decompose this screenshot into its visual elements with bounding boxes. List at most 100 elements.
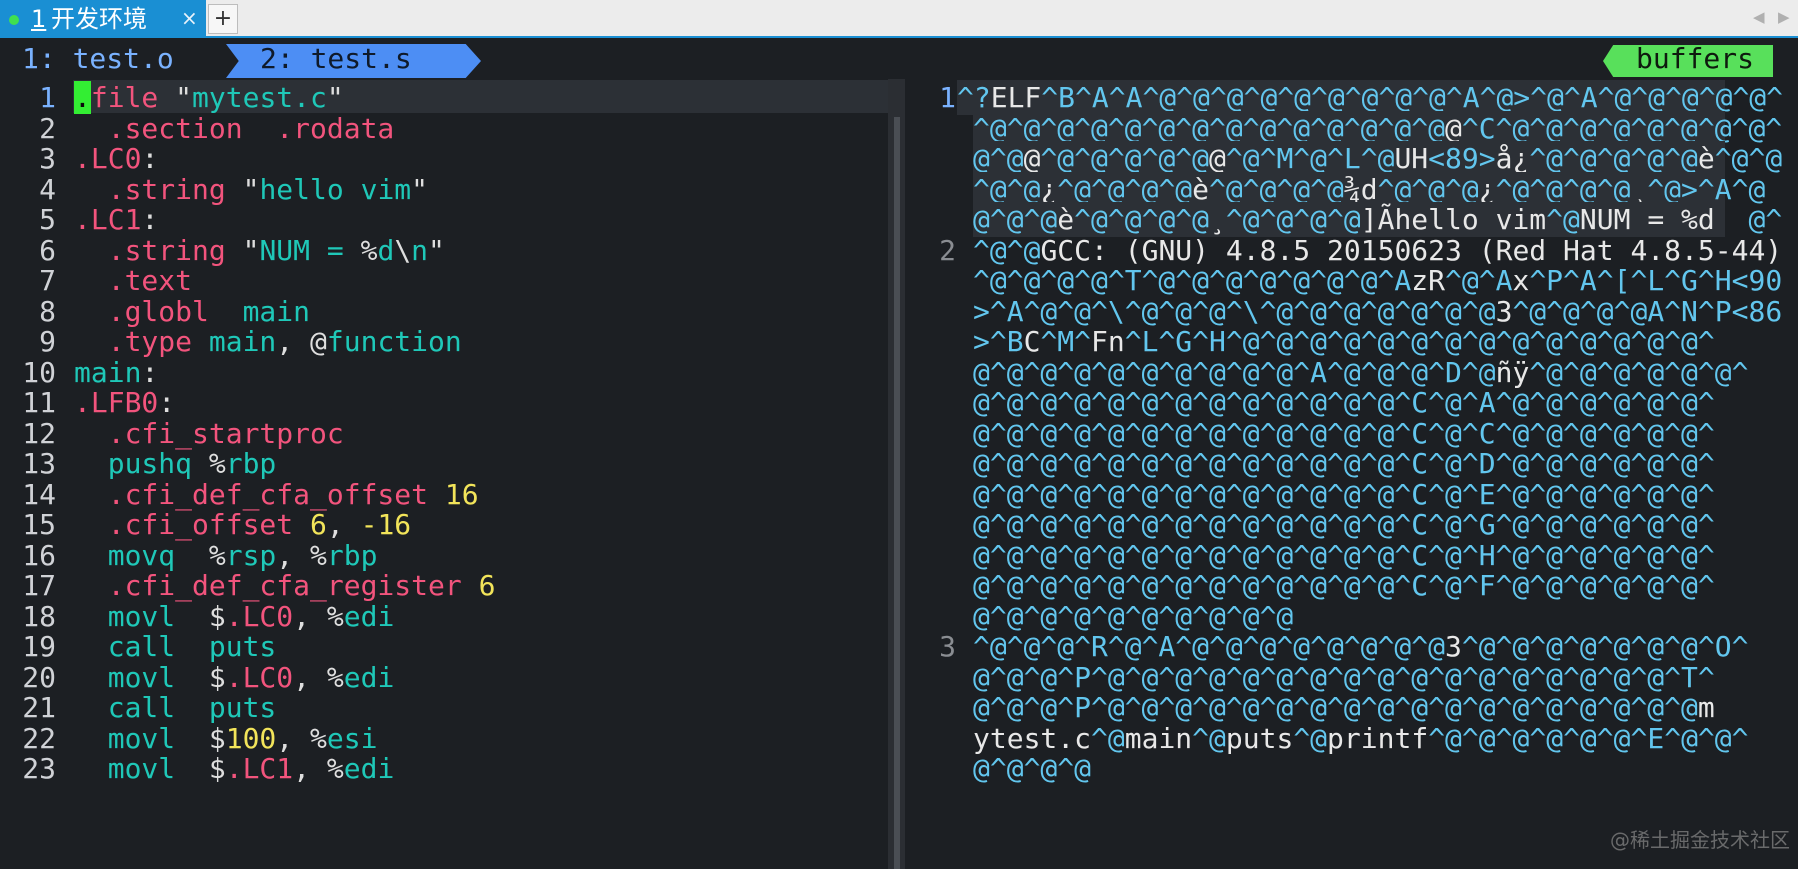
- code-token: è: [1192, 172, 1210, 206]
- code-token: movl: [74, 599, 209, 633]
- vim-tab-1[interactable]: 1: test.o: [22, 41, 174, 77]
- code-token: GCC: (GNU) 4.8.5 20150623 (Red Hat 4.8.5…: [1040, 233, 1783, 267]
- code-token: ^@^@: [973, 172, 1041, 206]
- right-editor-pane[interactable]: 1 ^?ELF^B^A^A^@^@^@^@^@^@^@^@^@^A^@>^@^A^…: [905, 79, 1798, 869]
- code-token: @^@^@: [973, 203, 1058, 236]
- code-token: .cfi_offset: [74, 508, 311, 541]
- code-token: $: [208, 721, 226, 755]
- code-token: 100: [225, 721, 277, 755]
- code-token: main: [242, 294, 311, 328]
- code-token: .text: [74, 264, 193, 297]
- code-token: ¾d: [1343, 172, 1378, 206]
- code-token: ": [242, 233, 260, 267]
- code-token: ¿: [1478, 172, 1496, 206]
- code-token: call puts: [74, 630, 277, 663]
- code-token: @^@^@^@^@^@^@^@^@^@^@^@^@^C^@^H^@^@^@^@^…: [973, 538, 1715, 572]
- code-token: ]Ãhello vim: [1360, 203, 1547, 236]
- code-token: ^@^@^@^@: [1057, 172, 1193, 206]
- code-token: ": [326, 81, 344, 114]
- code-token: 16: [444, 477, 479, 511]
- code-token: .type: [74, 325, 209, 358]
- code-token: ,: [326, 508, 361, 541]
- terminal-tab-bar: 1 开发环境 × + ◀ ▶: [0, 0, 1798, 38]
- code-token: call puts: [74, 691, 277, 724]
- line-number: 1: [939, 81, 956, 114]
- code-token: ^@^@^@^@: [1074, 203, 1210, 236]
- code-token: .LC0: [74, 142, 142, 175]
- split-scrollbar[interactable]: [894, 117, 900, 869]
- code-token: ^@^@: [973, 233, 1041, 267]
- code-token: ": [411, 172, 429, 206]
- code-token: .LC1: [74, 203, 142, 236]
- code-token: @^@^@^@^@^@^@^@^@^@^A^@^@^@^D^@: [973, 355, 1496, 389]
- code-token: @^@^@^@^@^@^@^@^@^@^@^@^@^C^@^A^@^@^@^@^…: [973, 386, 1715, 419]
- code-token: ¸: [1630, 172, 1648, 206]
- code-token: ^?: [957, 81, 991, 114]
- code-token: .cfi_def_cfa_offset: [74, 477, 445, 511]
- vertical-split-divider[interactable]: [888, 79, 905, 869]
- code-token: ^M^: [1040, 325, 1092, 358]
- code-token: edi: [343, 752, 395, 785]
- code-token: ^@>^A^@: [1647, 172, 1766, 206]
- code-token: ^@^@^@^@^T^@^@^@^@^@^@^@^A: [973, 264, 1412, 297]
- code-token: .string: [74, 172, 243, 206]
- scroll-right-icon[interactable]: ▶: [1778, 8, 1790, 26]
- code-token: , %: [276, 721, 327, 755]
- code-token: :: [141, 203, 159, 236]
- code-token: C: [1023, 325, 1041, 358]
- code-token: 6: [478, 569, 496, 602]
- code-token: movl: [74, 660, 209, 694]
- code-token: ^@^@^@^@: [1225, 203, 1361, 236]
- code-token: %: [208, 447, 226, 480]
- code-token: hello vim: [259, 172, 412, 206]
- code-token: file: [90, 81, 176, 114]
- code-token: ^@^@^@^@A^N^P<86: [1512, 294, 1783, 328]
- code-token: zR: [1411, 264, 1446, 297]
- code-token: Fn: [1091, 325, 1125, 358]
- code-token: edi: [343, 660, 395, 694]
- code-token: d: [377, 233, 395, 267]
- watermark: @稀土掘金技术社区: [1610, 828, 1790, 852]
- code-token: \: [394, 233, 412, 267]
- code-token: ^@^M^@^L^@: [1225, 142, 1395, 175]
- code-token: main: [1124, 721, 1193, 755]
- code-token: pushq: [74, 447, 209, 480]
- code-text: movl $.LC1, %edi: [74, 751, 395, 786]
- code-token: movl: [74, 721, 209, 755]
- code-token: main: [74, 355, 142, 389]
- code-token: ^@: [1192, 721, 1226, 755]
- code-token: @^@^@^@^@^@^@^@^@^@: [973, 599, 1294, 633]
- code-token: , @: [276, 325, 327, 358]
- close-icon[interactable]: ×: [181, 0, 198, 37]
- code-token: -16: [360, 508, 412, 541]
- code-token: :: [141, 355, 159, 389]
- code-token: 6: [310, 508, 327, 541]
- binary-line[interactable]: @^@^@^@: [973, 751, 1091, 786]
- buffers-indicator: buffers: [1636, 42, 1755, 75]
- code-token: ^@^@^@^@^@^@^@^@^@^@^@^@^@^@: [973, 111, 1446, 145]
- code-token: ": [428, 233, 445, 267]
- code-token: ^@^@^@^@^@^@^: [1529, 355, 1749, 389]
- left-editor-pane[interactable]: 1 .file "mytest.c" 2 .section .rodata 3 .LC0…: [0, 79, 888, 869]
- code-token: .LC0: [225, 660, 294, 694]
- code-token: å¿: [1495, 142, 1530, 175]
- vim-tab-2[interactable]: 2: test.s: [260, 41, 412, 77]
- terminal-tab-active[interactable]: 1 开发环境 ×: [0, 0, 206, 38]
- code-token: $: [208, 660, 226, 694]
- code-token: mytest.c: [192, 81, 327, 114]
- code-token: ^@^@^@^R^@^A^@^@^@^@^@^@^@^@: [973, 630, 1446, 663]
- code-token: @: [1023, 142, 1041, 175]
- code-token: $: [208, 752, 226, 785]
- code-token: 3: [1445, 630, 1462, 663]
- code-token: m: [1697, 691, 1715, 724]
- code-token: ¿: [1040, 172, 1058, 206]
- code-token: ^@^@: [1714, 142, 1783, 175]
- code-token: @^@: [973, 142, 1024, 175]
- text-cursor: .: [74, 81, 91, 114]
- scroll-left-icon[interactable]: ◀: [1753, 8, 1765, 26]
- tab-number: 1: [31, 5, 47, 33]
- code-token: ": [175, 81, 193, 114]
- code-token: @^@^@^P^@^@^@^@^@^@^@^@^@^@^@^@^@^@^@^@^…: [973, 691, 1698, 724]
- new-tab-button[interactable]: +: [208, 4, 238, 34]
- code-token: ¸: [1209, 203, 1226, 236]
